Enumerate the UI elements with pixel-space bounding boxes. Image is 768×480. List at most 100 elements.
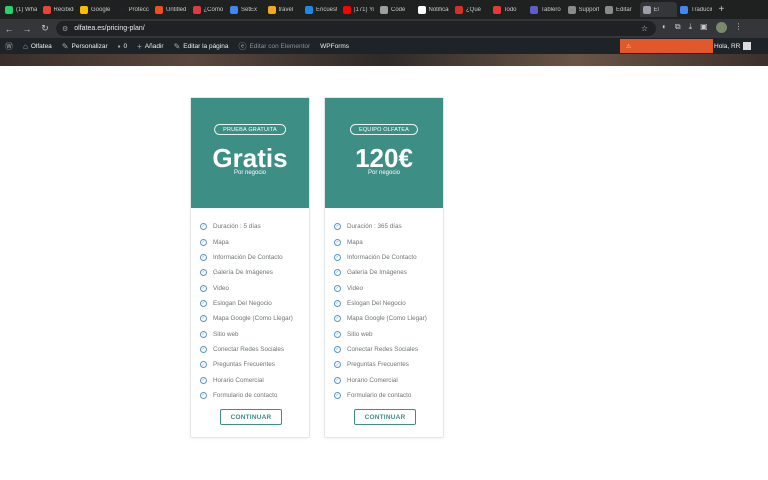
admin-notice-alert[interactable]: ⚠ xyxy=(620,39,713,53)
browser-tab[interactable]: Tablero xyxy=(527,2,565,17)
plan-feature-label: Sitio web xyxy=(213,330,239,338)
browser-tab[interactable]: travel xyxy=(265,2,303,17)
browser-tab[interactable]: (171) YouTube xyxy=(340,2,378,17)
plus-icon: + xyxy=(137,41,142,51)
plan-feature-item: ✓ Mapa xyxy=(200,234,304,249)
plan-feature-label: Mapa xyxy=(347,238,363,246)
check-circle-icon: ✓ xyxy=(200,223,207,231)
tab-favicon-icon xyxy=(380,5,388,14)
plan-feature-label: Duración : 5 días xyxy=(213,223,261,231)
pricing-card-free: PRUEBA GRATUITA Gratis Por negocio ✓ Dura… xyxy=(190,97,310,438)
browser-tab[interactable]: El xyxy=(639,2,677,17)
plan-feature-item: ✓ Mapa Google (Como Llegar) xyxy=(200,311,304,326)
browser-tab[interactable]: Notificaciones xyxy=(415,2,453,17)
browser-tab[interactable]: ¿Qué xyxy=(452,2,490,17)
plan-feature-label: Galería De Imágenes xyxy=(347,269,407,277)
tab-title: Tablero xyxy=(541,6,561,13)
plan-feature-list: ✓ Duración : 5 días ✓ Mapa ✓ Información De C… xyxy=(200,219,304,403)
continue-button[interactable]: CONTINUAR xyxy=(354,409,416,425)
wp-logo-icon[interactable]: Ⓦ xyxy=(0,41,18,52)
plan-badge: EQUIPO OLFATEA xyxy=(349,124,419,135)
wp-customize-link[interactable]: ✎ Personalizar xyxy=(57,42,113,51)
download-icon[interactable]: ⤓ xyxy=(689,22,693,33)
sidebar-icon[interactable]: ▣ xyxy=(700,22,708,33)
plan-feature-item: ✓ Sitio web xyxy=(334,326,438,341)
wp-wpforms-link[interactable]: WPForms xyxy=(315,43,354,50)
browser-tab[interactable]: ¿Cómo xyxy=(190,2,228,17)
plan-feature-label: Video xyxy=(347,284,363,292)
tab-title: Code xyxy=(391,6,406,13)
url-text: olfatea.es/pricing-plan/ xyxy=(74,25,145,32)
tab-favicon-icon xyxy=(417,5,426,14)
plan-feature-label: Eslogan Del Negocio xyxy=(213,299,272,307)
check-circle-icon: ✓ xyxy=(200,299,207,307)
extensions-icon[interactable]: ⧉ xyxy=(675,22,681,33)
reload-icon[interactable]: ↻ xyxy=(36,23,54,34)
tab-title: ¿Qué xyxy=(466,6,482,13)
wp-add-new-link[interactable]: + Añadir xyxy=(132,42,168,51)
check-circle-icon: ✓ xyxy=(200,376,207,384)
browser-tab[interactable]: Support xyxy=(565,2,603,17)
wp-account-menu[interactable]: Hola, RR xyxy=(714,38,752,54)
wp-edit-page-link[interactable]: ✎ Editar la página xyxy=(169,42,234,51)
browser-tab[interactable]: Protección xyxy=(115,2,153,17)
plan-feature-item: ✓ Duración : 365 días xyxy=(334,219,438,234)
check-circle-icon: ✓ xyxy=(200,269,207,277)
check-circle-icon: ✓ xyxy=(200,315,207,323)
browser-tab[interactable]: Code xyxy=(377,2,415,17)
profile-avatar[interactable] xyxy=(715,22,727,33)
plan-feature-item: ✓ Preguntas Frecuentes xyxy=(334,357,438,372)
tab-favicon-icon xyxy=(605,5,613,14)
plan-feature-item: ✓ Horario Comercial xyxy=(200,372,304,387)
tab-favicon-icon xyxy=(305,5,313,14)
browser-tab[interactable]: Untitled xyxy=(152,2,190,17)
tab-title: Untitled xyxy=(166,6,187,13)
back-icon[interactable]: ← xyxy=(0,24,18,34)
wp-comments-link[interactable]: ▪ 0 xyxy=(113,42,132,51)
plan-feature-item: ✓ Sitio web xyxy=(200,326,304,341)
browser-tab[interactable]: Encuesta xyxy=(302,2,340,17)
pricing-card-header: EQUIPO OLFATEA 120€ Por negocio xyxy=(325,98,443,208)
check-circle-icon: ✓ xyxy=(334,330,341,338)
plan-feature-list: ✓ Duración : 365 días ✓ Mapa ✓ Información De… xyxy=(334,219,438,403)
plan-feature-item: ✓ Información De Contacto xyxy=(200,250,304,265)
plan-feature-item: ✓ Eslogan Del Negocio xyxy=(200,296,304,311)
tab-title: (1) WhatsApp xyxy=(16,6,37,13)
plan-feature-label: Horario Comercial xyxy=(347,376,398,384)
tab-title: El xyxy=(653,6,659,13)
tab-favicon-icon xyxy=(5,5,13,14)
elementor-icon: ⓔ xyxy=(238,41,247,51)
plan-feature-item: ✓ Horario Comercial xyxy=(334,372,438,387)
lens-icon[interactable]: ◐ xyxy=(662,22,667,33)
plan-feature-label: Conectar Redes Sociales xyxy=(347,345,419,353)
menu-icon[interactable]: ⋮ xyxy=(735,22,743,33)
plan-feature-label: Conectar Redes Sociales xyxy=(213,345,285,353)
address-bar[interactable]: ⚙ olfatea.es/pricing-plan/ ☆ xyxy=(56,21,656,36)
tab-favicon-icon xyxy=(492,5,501,14)
bookmark-star-icon[interactable]: ☆ xyxy=(641,24,648,33)
browser-tab[interactable]: SetEx xyxy=(227,2,265,17)
site-info-icon[interactable]: ⚙ xyxy=(62,25,68,33)
new-tab-button[interactable]: + xyxy=(719,4,725,15)
wp-elementor-link[interactable]: ⓔ Editar con Elementor xyxy=(233,41,315,52)
browser-tab[interactable]: Traducir xyxy=(677,2,715,17)
check-circle-icon: ✓ xyxy=(200,361,207,369)
browser-tab[interactable]: Recibidos xyxy=(40,2,78,17)
browser-tab[interactable]: Todo xyxy=(490,2,528,17)
plan-feature-label: Sitio web xyxy=(347,330,373,338)
continue-button[interactable]: CONTINUAR xyxy=(220,409,282,425)
tab-title: Todo xyxy=(503,6,517,13)
check-circle-icon: ✓ xyxy=(334,361,341,369)
browser-tab[interactable]: Editar xyxy=(602,2,640,17)
wp-site-link[interactable]: ⌂ Olfatea xyxy=(18,42,57,51)
plan-feature-item: ✓ Mapa Google (Como Llegar) xyxy=(334,311,438,326)
browser-toolbar: ← → ↻ ⚙ olfatea.es/pricing-plan/ ☆ ◐ ⧉ ⤓… xyxy=(0,19,768,38)
plan-price-period: Por negocio xyxy=(233,170,267,176)
tab-favicon-icon xyxy=(80,5,88,14)
browser-tab[interactable]: Google Drive xyxy=(77,2,115,17)
forward-icon[interactable]: → xyxy=(18,24,36,34)
check-circle-icon: ✓ xyxy=(334,376,341,384)
tab-favicon-icon xyxy=(567,5,576,14)
plan-feature-item: ✓ Mapa xyxy=(334,234,438,249)
browser-tab[interactable]: (1) WhatsApp xyxy=(2,2,40,17)
